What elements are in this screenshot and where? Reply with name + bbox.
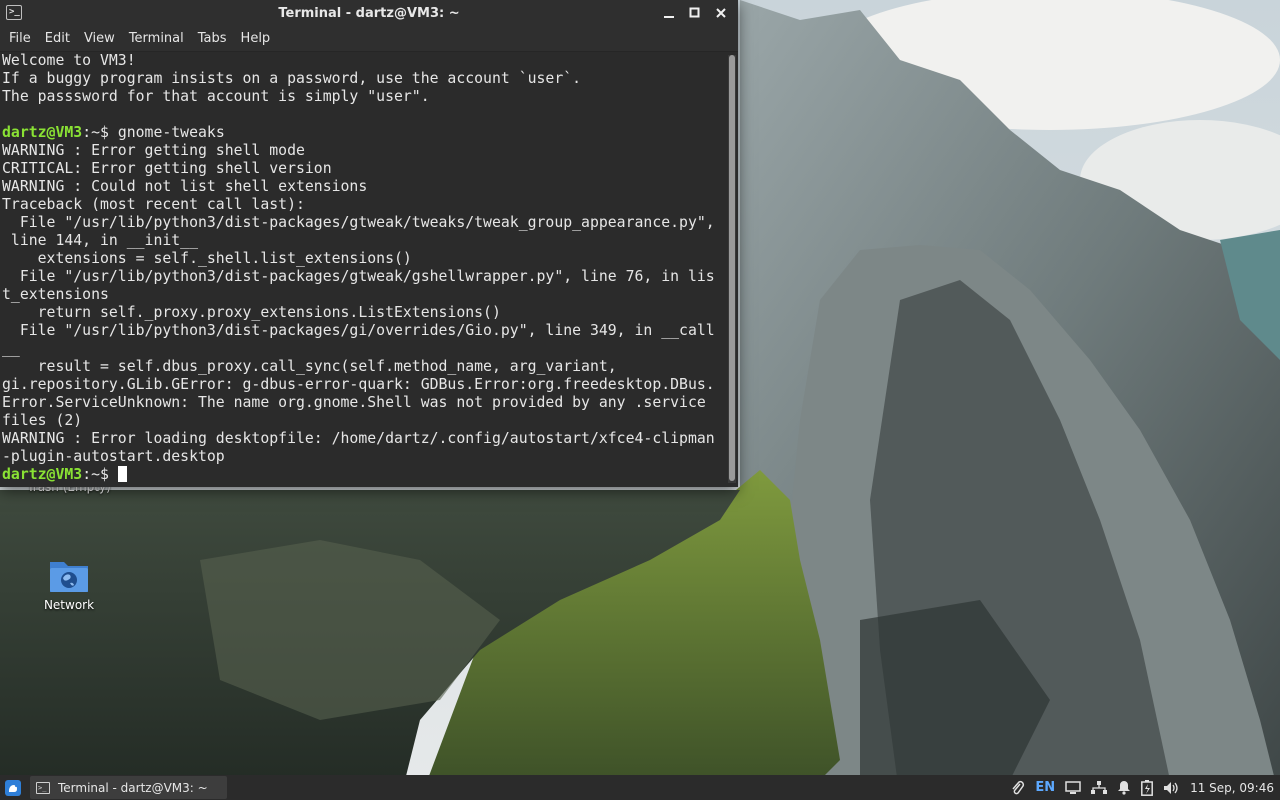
xfce-mouse-icon — [5, 779, 21, 796]
terminal-app-icon[interactable]: >_ — [6, 5, 22, 20]
terminal-scrollbar[interactable] — [728, 55, 736, 483]
volume-button[interactable] — [1158, 775, 1184, 800]
terminal-line-text: Error.ServiceUnknown: The name org.gnome… — [2, 394, 706, 411]
terminal-line-text — [2, 106, 11, 123]
desktop-icon-network[interactable]: Network — [14, 556, 124, 612]
maximize-button[interactable] — [684, 3, 706, 23]
terminal-line: return self._proxy.proxy_extensions.List… — [2, 304, 726, 322]
terminal-output[interactable]: Welcome to VM3! If a buggy program insist… — [0, 52, 726, 487]
terminal-text[interactable]: Welcome to VM3! If a buggy program insist… — [2, 52, 726, 484]
menu-tabs[interactable]: Tabs — [191, 26, 234, 51]
maximize-icon — [689, 7, 700, 18]
terminal-cursor — [117, 466, 127, 482]
taskbar-item-terminal[interactable]: >_ Terminal - dartz@VM3: ~ — [30, 776, 227, 799]
terminal-line: WARNING : Error getting shell mode — [2, 142, 726, 160]
close-button[interactable] — [710, 3, 732, 23]
terminal-line: Traceback (most recent call last): — [2, 196, 726, 214]
close-icon — [716, 8, 726, 18]
network-folder-icon — [50, 562, 88, 592]
terminal-line-text: extensions = self._shell.list_extensions… — [2, 250, 412, 267]
scrollbar-thumb[interactable] — [729, 55, 735, 481]
terminal-line: result = self.dbus_proxy.call_sync(self.… — [2, 358, 726, 376]
terminal-line: File "/usr/lib/python3/dist-packages/gtw… — [2, 214, 726, 232]
terminal-line-text: Welcome to VM3! — [2, 52, 136, 69]
menu-view[interactable]: View — [77, 26, 122, 51]
paperclip-icon — [1012, 780, 1025, 794]
terminal-line: WARNING : Error loading desktopfile: /ho… — [2, 430, 726, 448]
terminal-line-text: If a buggy program insists on a password… — [2, 70, 582, 87]
display-button[interactable] — [1060, 775, 1086, 800]
menu-terminal[interactable]: Terminal — [122, 26, 191, 51]
terminal-line — [2, 106, 726, 124]
terminal-line: __ — [2, 340, 726, 358]
shell-prompt-user: dartz@VM3 — [2, 466, 83, 483]
terminal-line-text: -plugin-autostart.desktop — [2, 448, 225, 465]
minimize-icon — [664, 16, 674, 18]
bell-icon — [1118, 781, 1131, 795]
shell-prompt-path: :~$ — [82, 124, 118, 141]
task-title: Terminal - dartz@VM3: ~ — [58, 780, 208, 795]
speaker-icon — [1164, 781, 1178, 794]
network-wired-icon — [1091, 780, 1108, 794]
terminal-line-text: WARNING : Error getting shell mode — [2, 142, 305, 159]
terminal-line-text: WARNING : Error loading desktopfile: /ho… — [2, 430, 715, 447]
terminal-line-text: WARNING : Could not list shell extension… — [2, 178, 368, 195]
network-manager-button[interactable] — [1086, 775, 1112, 800]
menu-file[interactable]: File — [2, 26, 38, 51]
menu-edit[interactable]: Edit — [38, 26, 77, 51]
clock[interactable]: 11 Sep, 09:46 — [1184, 775, 1280, 800]
battery-charging-icon — [1141, 779, 1154, 796]
terminal-line-text: line 144, in __init__ — [2, 232, 198, 249]
terminal-line: If a buggy program insists on a password… — [2, 70, 726, 88]
window-controls — [658, 0, 732, 26]
terminal-line-text: CRITICAL: Error getting shell version — [2, 160, 332, 177]
terminal-line: files (2) — [2, 412, 726, 430]
terminal-line-text: File "/usr/lib/python3/dist-packages/gtw… — [2, 214, 715, 231]
taskbar: >_ Terminal - dartz@VM3: ~ EN 11 Sep, 09… — [0, 775, 1280, 800]
terminal-window[interactable]: >_ Terminal - dartz@VM3: ~ File Edit Vie… — [0, 0, 738, 487]
clipman-button[interactable] — [1006, 775, 1030, 800]
notifications-button[interactable] — [1112, 775, 1136, 800]
keyboard-layout-indicator[interactable]: EN — [1030, 775, 1060, 800]
minimize-button[interactable] — [658, 3, 680, 23]
network-label: Network — [43, 598, 95, 612]
system-tray: EN 11 Sep, 09:46 — [1006, 775, 1280, 800]
terminal-line-text: File "/usr/lib/python3/dist-packages/gtw… — [2, 268, 715, 285]
terminal-line-text: File "/usr/lib/python3/dist-packages/gi/… — [2, 322, 715, 339]
menu-help[interactable]: Help — [234, 26, 278, 51]
terminal-task-icon: >_ — [36, 781, 50, 794]
terminal-line-text: Traceback (most recent call last): — [2, 196, 305, 213]
terminal-line-text: return self._proxy.proxy_extensions.List… — [2, 304, 501, 321]
shell-prompt-path: :~$ — [82, 466, 118, 483]
terminal-line: The passsword for that account is simply… — [2, 88, 726, 106]
terminal-line: File "/usr/lib/python3/dist-packages/gi/… — [2, 322, 726, 340]
terminal-line: line 144, in __init__ — [2, 232, 726, 250]
terminal-line: WARNING : Could not list shell extension… — [2, 178, 726, 196]
terminal-line: dartz@VM3:~$ — [2, 466, 726, 484]
applications-menu-button[interactable] — [0, 775, 26, 800]
terminal-line: extensions = self._shell.list_extensions… — [2, 250, 726, 268]
terminal-line-text: __ — [2, 340, 20, 357]
terminal-line-text: The passsword for that account is simply… — [2, 88, 430, 105]
window-titlebar[interactable]: >_ Terminal - dartz@VM3: ~ — [0, 0, 738, 26]
window-title: Terminal - dartz@VM3: ~ — [278, 5, 460, 21]
terminal-line: CRITICAL: Error getting shell version — [2, 160, 726, 178]
monitor-icon — [1065, 780, 1081, 794]
terminal-line-text: t_extensions — [2, 286, 109, 303]
terminal-line-text: gnome-tweaks — [117, 124, 225, 141]
terminal-line: File "/usr/lib/python3/dist-packages/gtw… — [2, 268, 726, 286]
menubar: File Edit View Terminal Tabs Help — [0, 26, 738, 52]
power-manager-button[interactable] — [1136, 775, 1158, 800]
terminal-line: gi.repository.GLib.GError: g-dbus-error-… — [2, 376, 726, 394]
terminal-line-text: result = self.dbus_proxy.call_sync(self.… — [2, 358, 617, 375]
terminal-line: t_extensions — [2, 286, 726, 304]
terminal-line-text: gi.repository.GLib.GError: g-dbus-error-… — [2, 376, 715, 393]
terminal-line: Error.ServiceUnknown: The name org.gnome… — [2, 394, 726, 412]
shell-prompt-user: dartz@VM3 — [2, 124, 83, 141]
terminal-line-text: files (2) — [2, 412, 83, 429]
terminal-line: -plugin-autostart.desktop — [2, 448, 726, 466]
terminal-line: dartz@VM3:~$ gnome-tweaks — [2, 124, 726, 142]
terminal-line: Welcome to VM3! — [2, 52, 726, 70]
